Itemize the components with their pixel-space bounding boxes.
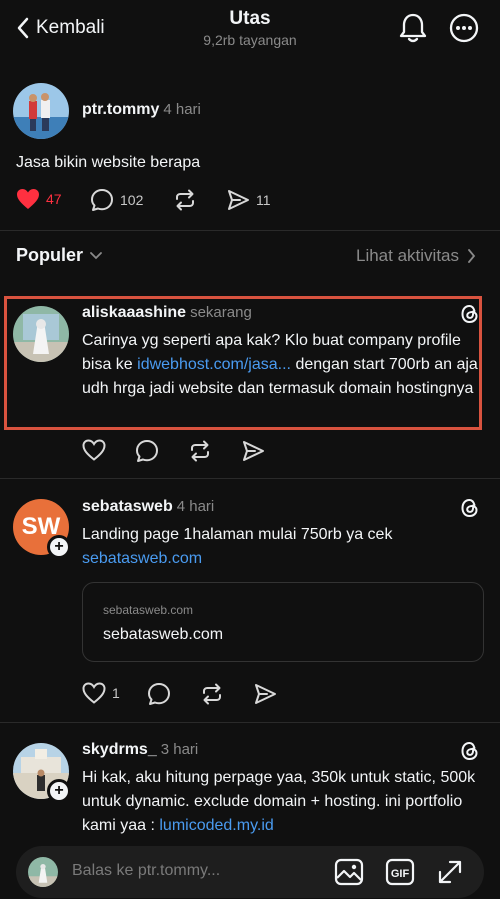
reply-text: Hi kak, aku hitung perpage yaa, 350k unt… — [82, 766, 482, 838]
post-time: 4 hari — [163, 101, 201, 118]
post-text: Jasa bikin website berapa — [16, 154, 201, 171]
like-count: 1 — [112, 685, 120, 701]
reply-author[interactable]: aliskaaashine sekarang — [82, 304, 252, 322]
repost-button[interactable] — [188, 439, 212, 463]
chevron-down-icon — [90, 251, 102, 259]
reply-author[interactable]: sebatasweb 4 hari — [82, 498, 214, 516]
comment-count: 102 — [120, 192, 144, 208]
link-preview-card[interactable]: sebatasweb.com sebatasweb.com — [82, 582, 484, 662]
repost-icon — [176, 189, 194, 211]
more-options-icon[interactable] — [448, 12, 480, 44]
follow-plus-icon[interactable]: + — [47, 535, 71, 559]
reply-time: 3 hari — [160, 741, 199, 758]
gif-icon[interactable]: GIF — [385, 858, 415, 886]
post-author[interactable]: ptr.tommy 4 hari — [82, 101, 201, 119]
reply-text-part: Landing page 1halaman mulai 750rb ya cek — [82, 526, 393, 543]
reply-text-part: Hi kak, aku hitung perpage yaa, 350k unt… — [82, 769, 476, 834]
heart-icon — [82, 682, 106, 704]
reply-text: Carinya yg seperti apa kak? Klo buat com… — [82, 329, 478, 401]
preview-title: sebatasweb.com — [103, 626, 224, 643]
repost-button[interactable] — [200, 682, 224, 706]
username[interactable]: ptr.tommy — [82, 101, 159, 118]
like-count: 47 — [46, 191, 62, 207]
my-avatar — [28, 857, 58, 887]
send-icon — [228, 190, 249, 210]
header: Kembali Utas 9,2rb tayangan — [0, 0, 500, 60]
send-icon — [243, 441, 264, 461]
sort-label: Populer — [16, 245, 84, 265]
heart-filled-icon — [17, 189, 39, 209]
repost-icon — [203, 683, 221, 705]
preview-domain: sebatasweb.com — [103, 603, 194, 617]
comment-icon — [91, 189, 113, 211]
username[interactable]: skydrms_ — [82, 741, 157, 758]
repost-icon — [191, 440, 209, 462]
sort-dropdown[interactable]: Populer — [16, 245, 103, 266]
divider — [0, 230, 500, 231]
reply-composer[interactable]: Balas ke ptr.tommy... GIF — [16, 846, 484, 898]
share-button[interactable] — [241, 439, 265, 463]
comment-icon — [136, 440, 158, 462]
reply-text: Landing page 1halaman mulai 750rb ya cek… — [82, 523, 478, 571]
share-count: 11 — [256, 192, 271, 208]
comment-button[interactable] — [147, 682, 171, 706]
svg-text:GIF: GIF — [391, 868, 410, 880]
activity-label: Lihat aktivitas — [356, 246, 459, 265]
avatar-photo — [28, 857, 58, 887]
repost-button[interactable] — [173, 188, 197, 212]
expand-icon[interactable] — [436, 858, 464, 886]
threads-icon[interactable] — [459, 303, 481, 325]
divider — [0, 478, 500, 479]
reply-time: sekarang — [190, 304, 252, 321]
reply-time: 4 hari — [176, 498, 215, 515]
avatar[interactable] — [13, 83, 69, 139]
username[interactable]: sebatasweb — [82, 498, 173, 515]
threads-icon[interactable] — [459, 497, 481, 519]
chevron-right-icon — [468, 249, 476, 263]
username[interactable]: aliskaaashine — [82, 304, 186, 321]
avatar[interactable] — [13, 306, 69, 362]
reply-link[interactable]: lumicoded.my.id — [159, 817, 273, 834]
comment-button[interactable]: 102 — [90, 188, 143, 212]
like-button[interactable]: 1 — [82, 682, 120, 704]
like-button[interactable]: 47 — [16, 188, 62, 210]
share-button[interactable] — [253, 682, 277, 706]
reply-author[interactable]: skydrms_ 3 hari — [82, 741, 198, 759]
avatar-photo — [13, 83, 69, 139]
comment-button[interactable] — [135, 439, 159, 463]
like-button[interactable] — [82, 439, 106, 461]
reply-link[interactable]: sebatasweb.com — [82, 547, 478, 571]
bell-icon[interactable] — [398, 12, 428, 44]
avatar-photo — [13, 306, 69, 362]
reply-link[interactable]: idwebhost.com/jasa... — [137, 356, 291, 373]
heart-icon — [82, 439, 106, 461]
share-button[interactable]: 11 — [226, 188, 271, 212]
follow-plus-icon[interactable]: + — [47, 779, 71, 803]
comment-icon — [148, 683, 170, 705]
divider — [0, 722, 500, 723]
threads-icon[interactable] — [459, 740, 481, 762]
send-icon — [255, 684, 276, 704]
view-activity-link[interactable]: Lihat aktivitas — [356, 246, 476, 266]
reply-input[interactable]: Balas ke ptr.tommy... — [72, 862, 220, 880]
image-icon[interactable] — [334, 858, 364, 886]
